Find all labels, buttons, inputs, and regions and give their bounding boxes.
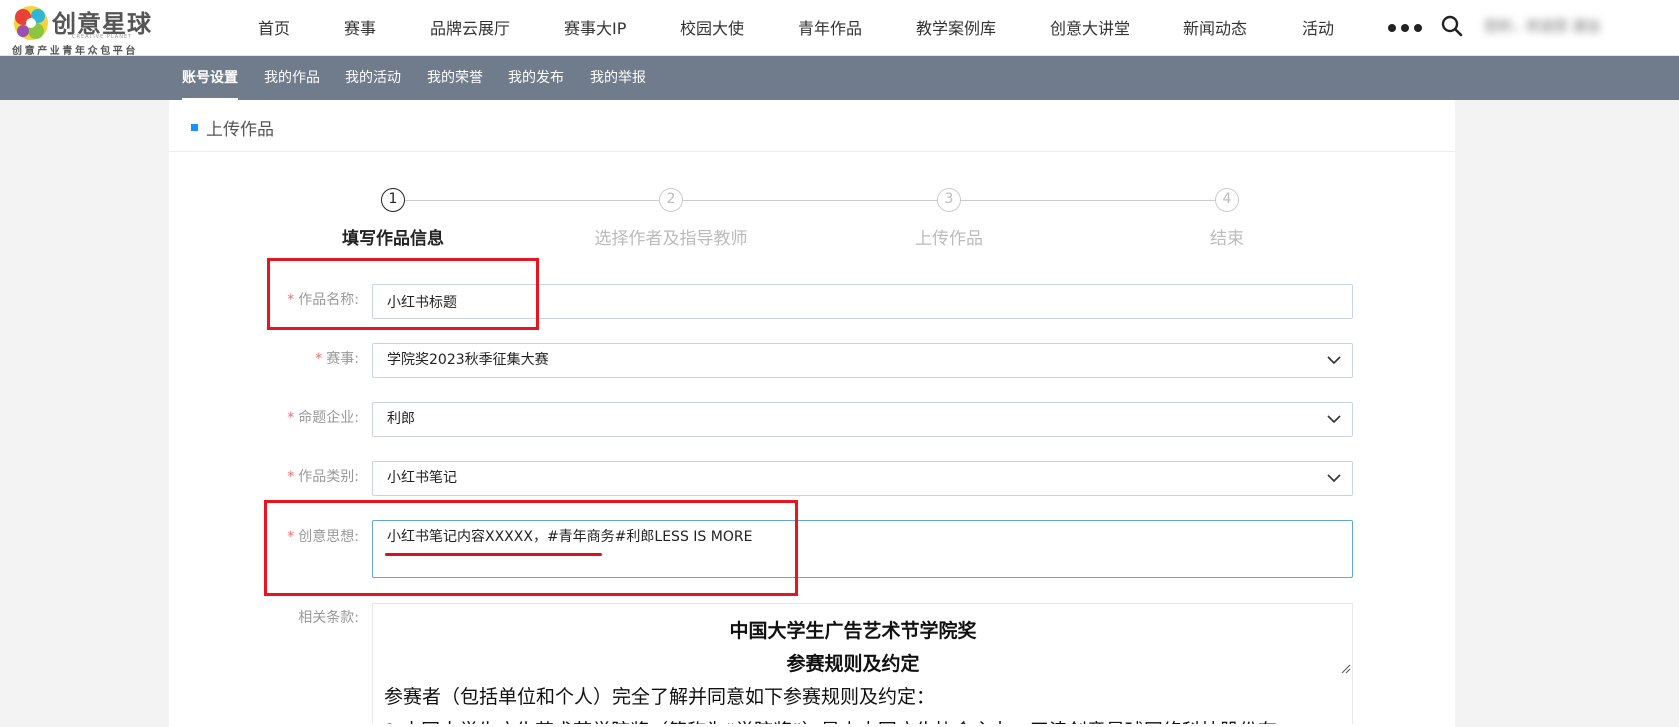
- hashtag-underline: [385, 553, 602, 556]
- step-1-label: 填写作品信息: [342, 229, 444, 249]
- step-4-circle: 4: [1215, 188, 1239, 212]
- terms-clause-1: 1.中国大学生广告艺术节学院奖（简称为“学院奖”）是由中国广告协会主办，天津创意…: [384, 716, 1277, 724]
- nav-home[interactable]: 首页: [258, 15, 290, 39]
- subnav-account-settings[interactable]: 账号设置: [182, 56, 238, 100]
- title-label: * 作品名称:: [287, 292, 359, 308]
- subnav-my-posts[interactable]: 我的发布: [508, 56, 564, 100]
- logo-tagline: 创意产业青年众包平台: [12, 46, 138, 57]
- contest-select[interactable]: 学院奖2023秋季征集大赛: [372, 343, 1353, 378]
- nav-contests[interactable]: 赛事: [344, 15, 376, 39]
- company-select-value: 利郎: [387, 411, 415, 427]
- category-label: * 作品类别:: [287, 469, 359, 485]
- category-select-value: 小红书笔记: [387, 470, 457, 486]
- page-title: 上传作品: [206, 120, 274, 140]
- terms-scrollbox[interactable]: 中国大学生广告艺术节学院奖 参赛规则及约定 参赛者（包括单位和个人）完全了解并同…: [372, 603, 1353, 724]
- step-2-label: 选择作者及指导教师: [594, 229, 748, 249]
- nav-youth-works[interactable]: 青年作品: [798, 15, 862, 39]
- idea-textarea[interactable]: 小红书笔记内容XXXXX，#青年商务#利郎LESS IS MORE: [372, 520, 1353, 578]
- steps-connector: [393, 200, 1227, 201]
- terms-intro: 参赛者（包括单位和个人）完全了解并同意如下参赛规则及约定：: [384, 686, 936, 708]
- chevron-down-icon: [1327, 356, 1341, 365]
- nav-events[interactable]: 活动: [1302, 15, 1334, 39]
- nav-contest-ip[interactable]: 赛事大IP: [564, 15, 626, 39]
- terms-subtitle: 参赛规则及约定: [786, 653, 920, 675]
- subnav-my-activities[interactable]: 我的活动: [345, 56, 401, 100]
- terms-title: 中国大学生广告艺术节学院奖: [729, 620, 977, 642]
- company-select[interactable]: 利郎: [372, 402, 1353, 437]
- more-dots-icon[interactable]: [1386, 20, 1424, 36]
- search-icon[interactable]: [1441, 15, 1463, 37]
- nav-campus-ambassador[interactable]: 校园大使: [680, 15, 744, 39]
- step-3-circle: 3: [937, 188, 961, 212]
- top-navbar: 创意星球 CREATIVE PLANET 创意产业青年众包平台 首页 赛事 品牌…: [0, 0, 1679, 57]
- chevron-down-icon: [1327, 415, 1341, 424]
- nav-news[interactable]: 新闻动态: [1183, 15, 1247, 39]
- terms-label: 相关条款:: [298, 610, 359, 626]
- subnav-my-honors[interactable]: 我的荣誉: [427, 56, 483, 100]
- account-subnav: 账号设置 我的作品 我的活动 我的荣誉 我的发布 我的举报: [0, 56, 1679, 100]
- step-2-circle: 2: [659, 188, 683, 212]
- nav-creative-lectures[interactable]: 创意大讲堂: [1050, 15, 1130, 39]
- category-select[interactable]: 小红书笔记: [372, 461, 1353, 496]
- step-3-label: 上传作品: [915, 229, 983, 249]
- card-header: 上传作品: [169, 100, 1455, 152]
- contest-label: * 赛事:: [315, 351, 359, 367]
- company-label: * 命题企业:: [287, 410, 359, 426]
- nav-teaching-cases[interactable]: 教学案例库: [916, 15, 996, 39]
- title-marker: [191, 124, 198, 131]
- idea-label: * 创意思想:: [287, 529, 359, 545]
- chevron-down-icon: [1327, 474, 1341, 483]
- logo[interactable]: 创意星球 CREATIVE PLANET 创意产业青年众包平台: [10, 2, 170, 57]
- subnav-my-works[interactable]: 我的作品: [264, 56, 320, 100]
- title-input[interactable]: [372, 284, 1353, 319]
- contest-select-value: 学院奖2023秋季征集大赛: [387, 352, 549, 368]
- step-4-label: 结束: [1210, 229, 1244, 249]
- planet-logo-icon: [14, 6, 48, 40]
- subnav-my-reports[interactable]: 我的举报: [590, 56, 646, 100]
- nav-brand-showroom[interactable]: 品牌云展厅: [430, 15, 510, 39]
- logo-english: CREATIVE PLANET: [72, 34, 133, 40]
- step-1-circle: 1: [381, 188, 405, 212]
- user-greeting[interactable]: 您好，欢迎您 退出: [1484, 16, 1600, 36]
